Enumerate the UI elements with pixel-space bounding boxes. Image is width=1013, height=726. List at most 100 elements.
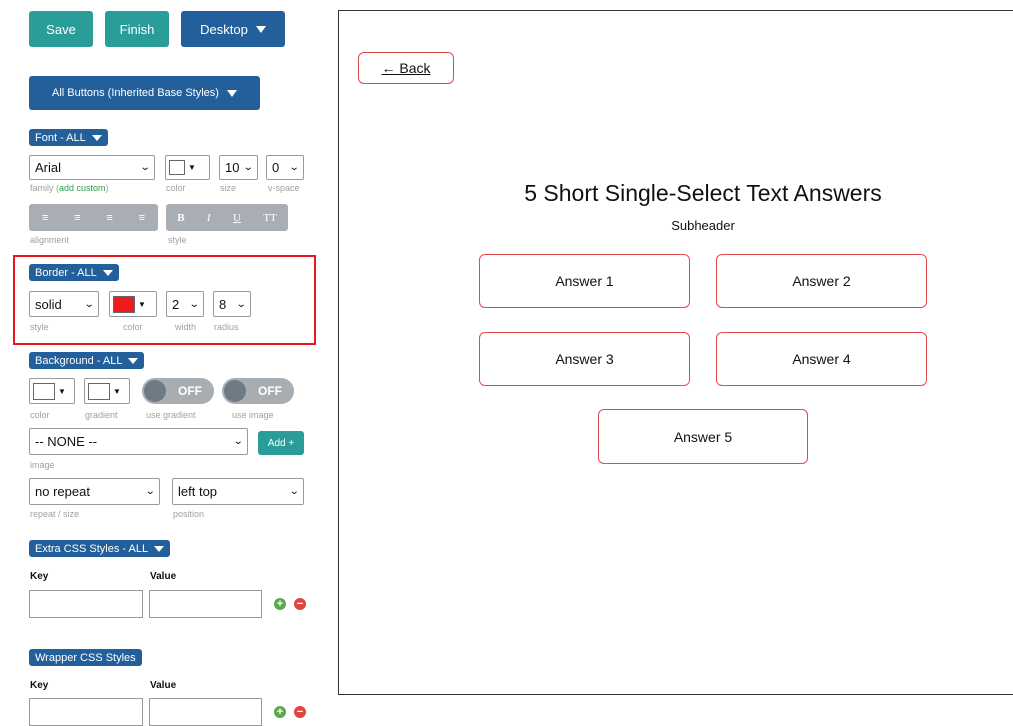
font-family-value: Arial — [35, 160, 62, 175]
border-radius-value: 8 — [219, 296, 227, 312]
bg-color-picker[interactable]: ▼ — [29, 378, 75, 404]
border-style-value: solid — [35, 296, 62, 312]
answer-option-5[interactable]: Answer 5 — [598, 409, 808, 464]
toggle-knob — [144, 380, 166, 402]
border-style-select[interactable]: solid ⌄ — [29, 291, 99, 317]
align-right-icon[interactable]: ≡ — [106, 212, 112, 224]
bg-repeat-select[interactable]: no repeat ⌄ — [29, 478, 160, 505]
remove-row-icon[interactable]: − — [294, 706, 306, 718]
chevron-down-icon: ⌄ — [144, 486, 156, 497]
bg-gradient-label: gradient — [85, 410, 118, 420]
caret-down-icon — [255, 25, 266, 33]
underline-button[interactable]: U — [233, 212, 241, 224]
remove-row-icon[interactable]: − — [294, 598, 306, 610]
font-color-picker[interactable]: ▼ — [165, 155, 210, 180]
font-section-header: Font - ALL — [35, 131, 86, 144]
bg-position-select[interactable]: left top ⌄ — [172, 478, 304, 505]
italic-button[interactable]: I — [207, 212, 211, 224]
use-gradient-state: OFF — [178, 384, 202, 398]
vspace-select[interactable]: 0 ⌄ — [266, 155, 304, 180]
caret-down-icon — [154, 545, 165, 552]
vspace-value: 0 — [272, 160, 280, 175]
align-justify-icon[interactable]: ≡ — [139, 212, 145, 224]
align-center-icon[interactable]: ≡ — [74, 212, 80, 224]
align-left-icon[interactable]: ≡ — [42, 212, 48, 224]
device-label: Desktop — [200, 21, 248, 37]
add-row-icon[interactable]: + — [274, 598, 286, 610]
border-color-picker[interactable]: ▼ — [109, 291, 157, 317]
border-color-label: color — [123, 322, 143, 332]
chevron-down-icon: ⌄ — [232, 436, 244, 447]
caret-down-icon: ▼ — [58, 386, 66, 396]
alignment-label: alignment — [30, 235, 70, 245]
caret-down-icon: ▼ — [138, 299, 146, 309]
extra-css-key-label: Key — [30, 571, 49, 582]
wrapper-css-key-label: Key — [30, 680, 49, 691]
finish-button[interactable]: Finish — [105, 11, 169, 47]
font-family-label: family (add custom) — [30, 183, 109, 193]
wrapper-css-header: Wrapper CSS Styles — [35, 651, 136, 664]
bg-gradient-picker[interactable]: ▼ — [84, 378, 130, 404]
answer-option-1[interactable]: Answer 1 — [479, 254, 690, 308]
border-radius-select[interactable]: 8 ⌄ — [213, 291, 251, 317]
bg-repeat-value: no repeat — [35, 484, 90, 499]
page-subheader: Subheader — [671, 218, 735, 233]
answer-option-2[interactable]: Answer 2 — [716, 254, 927, 308]
extra-css-header: Extra CSS Styles - ALL — [35, 542, 149, 555]
style-buttons[interactable]: B I U TT — [166, 204, 288, 231]
chevron-down-icon: ⌄ — [188, 298, 200, 310]
color-swatch — [88, 382, 110, 400]
use-image-toggle[interactable]: OFF — [222, 378, 294, 404]
button-group-dropdown[interactable]: All Buttons (Inherited Base Styles) — [29, 76, 260, 110]
chevron-down-icon: ⌄ — [288, 162, 300, 173]
background-section-header: Background - ALL — [35, 354, 123, 367]
vspace-label: v-space — [268, 183, 300, 193]
toggle-knob — [224, 380, 246, 402]
answer-option-3[interactable]: Answer 3 — [479, 332, 690, 386]
border-section-header: Border - ALL — [35, 266, 97, 279]
border-radius-label: radius — [214, 322, 239, 332]
device-dropdown[interactable]: Desktop — [181, 11, 285, 47]
extra-css-value-label: Value — [150, 571, 177, 582]
wrapper-css-toggle[interactable]: Wrapper CSS Styles — [29, 649, 142, 666]
bg-color-label: color — [30, 410, 50, 420]
uppercase-button[interactable]: TT — [263, 212, 276, 224]
add-row-icon[interactable]: + — [274, 706, 286, 718]
font-section-toggle[interactable]: Font - ALL — [29, 129, 108, 146]
chevron-down-icon: ⌄ — [139, 162, 151, 173]
border-width-select[interactable]: 2 ⌄ — [166, 291, 204, 317]
style-label: style — [168, 235, 187, 245]
bg-position-value: left top — [178, 484, 218, 499]
chevron-down-icon: ⌄ — [83, 298, 95, 310]
extra-css-toggle[interactable]: Extra CSS Styles - ALL — [29, 540, 171, 557]
font-size-value: 10 — [225, 160, 240, 175]
font-size-select[interactable]: 10 ⌄ — [219, 155, 258, 180]
alignment-buttons[interactable]: ≡ ≡ ≡ ≡ — [29, 204, 158, 231]
caret-down-icon — [226, 89, 237, 97]
border-width-label: width — [175, 322, 197, 332]
border-section-toggle[interactable]: Border - ALL — [29, 264, 119, 281]
bg-image-value: -- NONE -- — [35, 434, 98, 449]
page-title: 5 Short Single-Select Text Answers — [524, 180, 882, 206]
use-gradient-toggle[interactable]: OFF — [142, 378, 214, 404]
chevron-down-icon: ⌄ — [288, 486, 300, 497]
button-group-label: All Buttons (Inherited Base Styles) — [52, 87, 219, 99]
font-family-select[interactable]: Arial ⌄ — [29, 155, 155, 180]
extra-css-key-input[interactable] — [29, 590, 143, 618]
add-custom-link[interactable]: add custom — [59, 183, 106, 193]
extra-css-value-input[interactable] — [149, 590, 262, 618]
background-section-toggle[interactable]: Background - ALL — [29, 352, 145, 369]
use-image-label: use image — [232, 410, 274, 420]
back-button[interactable]: ← Back — [358, 52, 454, 84]
answer-option-4[interactable]: Answer 4 — [716, 332, 927, 386]
bg-image-select[interactable]: -- NONE -- ⌄ — [29, 428, 248, 455]
save-button[interactable]: Save — [29, 11, 93, 47]
bold-button[interactable]: B — [177, 212, 184, 224]
font-color-label: color — [166, 183, 186, 193]
add-image-button[interactable]: Add + — [258, 431, 304, 455]
wrapper-css-value-label: Value — [150, 680, 177, 691]
caret-down-icon: ▼ — [113, 386, 121, 396]
caret-down-icon: ▼ — [188, 163, 196, 172]
caret-down-icon — [128, 357, 139, 364]
chevron-down-icon: ⌄ — [235, 298, 247, 310]
